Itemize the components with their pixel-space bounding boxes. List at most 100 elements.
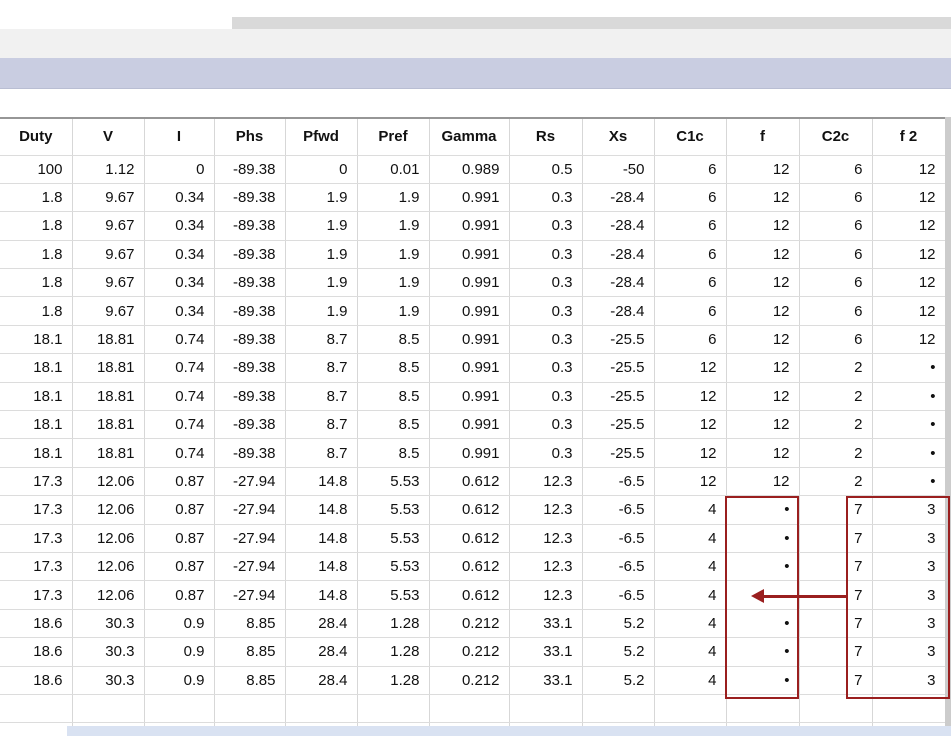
column-header-pref[interactable]: Pref xyxy=(357,118,430,156)
cell[interactable]: • xyxy=(872,467,946,497)
cell[interactable]: 12.06 xyxy=(72,580,145,610)
cell[interactable]: 6 xyxy=(799,325,873,355)
cell[interactable]: • xyxy=(872,438,946,468)
cell[interactable]: 12 xyxy=(654,410,727,440)
cell[interactable]: 8.5 xyxy=(357,325,430,355)
cell[interactable]: 33.1 xyxy=(509,666,583,695)
cell[interactable]: 28.4 xyxy=(285,609,358,639)
cell[interactable] xyxy=(726,694,800,724)
column-header-c2c[interactable]: C2c xyxy=(799,118,873,156)
cell[interactable]: • xyxy=(872,382,946,412)
cell[interactable] xyxy=(582,694,655,724)
cell[interactable]: 17.3 xyxy=(0,495,73,525)
cell[interactable]: 18.1 xyxy=(0,438,73,468)
cell[interactable]: 5.53 xyxy=(357,467,430,497)
column-header-rs[interactable]: Rs xyxy=(509,118,583,156)
cell[interactable]: -89.38 xyxy=(214,296,286,326)
cell[interactable]: 3 xyxy=(872,495,946,525)
cell[interactable]: 2 xyxy=(799,410,873,440)
cell[interactable]: 1.9 xyxy=(357,240,430,270)
cell[interactable]: 1.12 xyxy=(72,155,145,184)
cell[interactable]: -28.4 xyxy=(582,240,655,270)
cell[interactable]: 6 xyxy=(654,325,727,355)
cell[interactable]: 12 xyxy=(654,353,727,383)
cell[interactable]: -89.38 xyxy=(214,353,286,383)
cell[interactable]: 0.612 xyxy=(429,580,510,610)
cell[interactable]: 12 xyxy=(726,296,800,326)
cell[interactable]: 4 xyxy=(654,580,727,610)
cell[interactable] xyxy=(0,722,73,736)
cell[interactable]: 17.3 xyxy=(0,552,73,582)
cell[interactable]: -25.5 xyxy=(582,325,655,355)
cell[interactable] xyxy=(357,694,430,724)
cell[interactable]: -6.5 xyxy=(582,467,655,497)
cell[interactable]: 14.8 xyxy=(285,467,358,497)
cell[interactable]: -6.5 xyxy=(582,524,655,553)
cell[interactable]: 2 xyxy=(799,353,873,383)
cell[interactable] xyxy=(726,580,800,610)
cell[interactable]: 7 xyxy=(799,637,873,667)
cell[interactable]: 0.3 xyxy=(509,410,583,440)
cell[interactable]: 3 xyxy=(872,580,946,610)
cell[interactable]: 14.8 xyxy=(285,495,358,525)
cell[interactable]: 2 xyxy=(799,382,873,412)
cell[interactable]: 7 xyxy=(799,524,873,553)
cell[interactable]: 14.8 xyxy=(285,580,358,610)
cell[interactable]: 0.3 xyxy=(509,183,583,213)
cell[interactable]: 8.85 xyxy=(214,666,286,695)
cell[interactable]: -25.5 xyxy=(582,410,655,440)
cell[interactable]: 12 xyxy=(872,240,946,270)
cell[interactable]: 6 xyxy=(799,155,873,184)
cell[interactable]: 12 xyxy=(872,268,946,298)
cell[interactable]: 0.991 xyxy=(429,296,510,326)
cell[interactable]: 1.9 xyxy=(285,268,358,298)
cell[interactable]: 0.34 xyxy=(144,240,215,270)
cell[interactable]: 8.85 xyxy=(214,637,286,667)
cell[interactable]: 17.3 xyxy=(0,580,73,610)
cell[interactable]: 1.9 xyxy=(285,240,358,270)
cell[interactable]: 18.81 xyxy=(72,410,145,440)
cell[interactable]: 0.612 xyxy=(429,467,510,497)
column-header-c1c[interactable]: C1c xyxy=(654,118,727,156)
cell[interactable]: -25.5 xyxy=(582,438,655,468)
cell[interactable]: 8.5 xyxy=(357,410,430,440)
cell[interactable]: -89.38 xyxy=(214,155,286,184)
cell[interactable]: 7 xyxy=(799,609,873,639)
cell[interactable]: 1.8 xyxy=(0,268,73,298)
cell[interactable]: 0 xyxy=(144,155,215,184)
cell[interactable]: 0.74 xyxy=(144,325,215,355)
cell[interactable]: -89.38 xyxy=(214,268,286,298)
cell[interactable]: 6 xyxy=(799,268,873,298)
cell[interactable]: 0.9 xyxy=(144,637,215,667)
cell[interactable]: 12.3 xyxy=(509,495,583,525)
cell[interactable]: 12 xyxy=(726,353,800,383)
cell[interactable]: 6 xyxy=(654,211,727,241)
cell[interactable]: 1.9 xyxy=(357,268,430,298)
cell[interactable]: 4 xyxy=(654,637,727,667)
cell[interactable]: 28.4 xyxy=(285,637,358,667)
cell[interactable]: 0.9 xyxy=(144,666,215,695)
cell[interactable]: -28.4 xyxy=(582,296,655,326)
cell[interactable]: 6 xyxy=(799,296,873,326)
cell[interactable]: 1.28 xyxy=(357,609,430,639)
cell[interactable]: -25.5 xyxy=(582,382,655,412)
cell[interactable]: 12 xyxy=(872,211,946,241)
cell[interactable]: 1.9 xyxy=(285,296,358,326)
column-header-xs[interactable]: Xs xyxy=(582,118,655,156)
cell[interactable]: 4 xyxy=(654,495,727,525)
cell[interactable]: 0.991 xyxy=(429,325,510,355)
cell[interactable]: 0.212 xyxy=(429,637,510,667)
cell[interactable]: -6.5 xyxy=(582,495,655,525)
cell[interactable] xyxy=(214,694,286,724)
cell[interactable]: 0.5 xyxy=(509,155,583,184)
cell[interactable]: 17.3 xyxy=(0,467,73,497)
cell[interactable]: 0.989 xyxy=(429,155,510,184)
cell[interactable]: 6 xyxy=(654,155,727,184)
column-header-f[interactable]: f xyxy=(726,118,800,156)
cell[interactable]: 0.87 xyxy=(144,552,215,582)
column-header-f-2[interactable]: f 2 xyxy=(872,118,946,156)
cell[interactable]: • xyxy=(726,666,800,695)
cell[interactable]: 0.3 xyxy=(509,382,583,412)
cell[interactable]: 0.87 xyxy=(144,495,215,525)
cell[interactable]: 0.34 xyxy=(144,268,215,298)
